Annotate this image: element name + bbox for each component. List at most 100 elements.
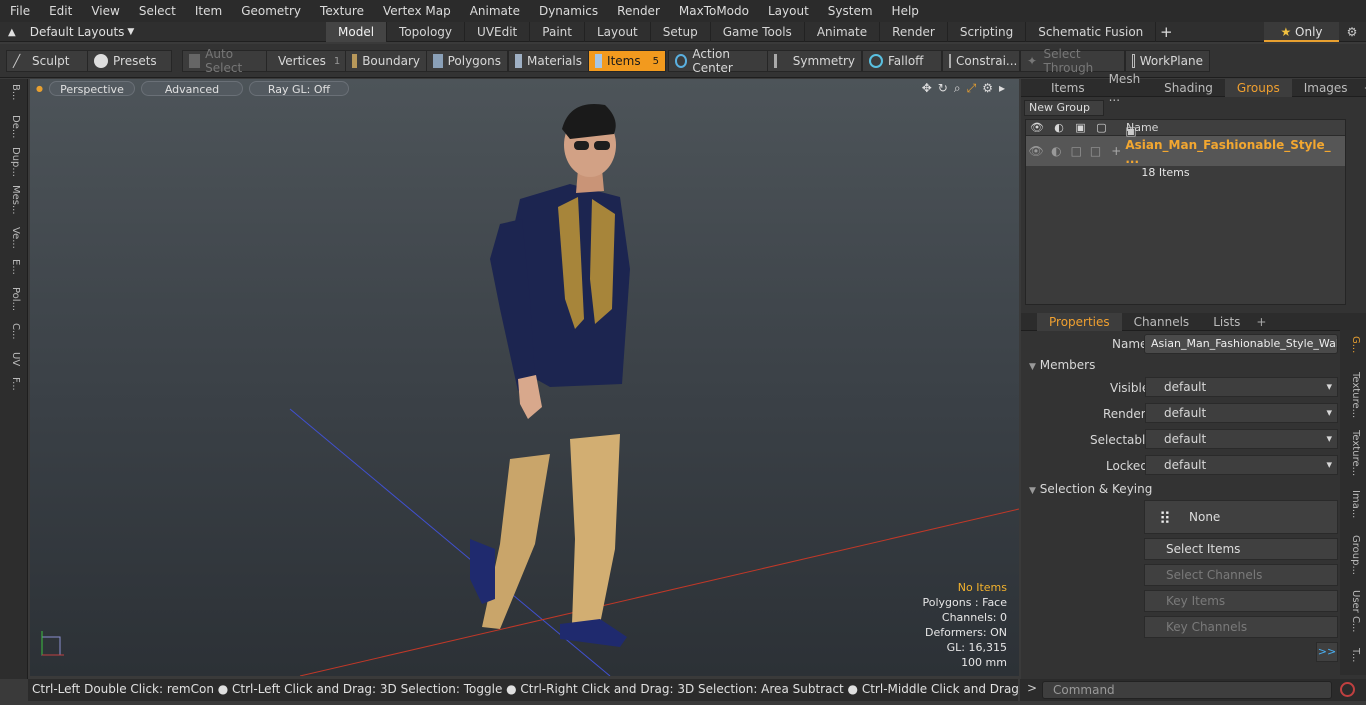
layout-selector[interactable]: ▲ Default Layouts ▼ xyxy=(8,22,134,42)
falloff-button[interactable]: Falloff xyxy=(862,50,942,72)
menu-texture[interactable]: Texture xyxy=(310,0,373,22)
constraints-button[interactable]: Constrai... xyxy=(942,50,1020,72)
tab-items[interactable]: Items xyxy=(1039,79,1097,97)
add-tab-icon[interactable]: + xyxy=(1156,22,1176,42)
key-items-button[interactable]: Key Items xyxy=(1144,590,1338,612)
left-tab-curve[interactable]: C... xyxy=(5,323,21,340)
menu-layout[interactable]: Layout xyxy=(758,0,818,22)
tab-layout[interactable]: Layout xyxy=(585,22,651,42)
materials-button[interactable]: Materials xyxy=(508,50,589,72)
tab-scripting[interactable]: Scripting xyxy=(948,22,1027,42)
move-view-icon[interactable]: ✥ xyxy=(922,81,932,96)
only-button[interactable]: ★ Only xyxy=(1264,22,1339,42)
tab-channels[interactable]: Channels xyxy=(1122,313,1202,331)
menu-file[interactable]: File xyxy=(0,0,39,22)
tab-mesh[interactable]: Mesh ... xyxy=(1097,70,1153,106)
character-model[interactable] xyxy=(470,104,630,647)
visible-dropdown[interactable]: default xyxy=(1145,377,1338,397)
none-button[interactable]: ⠿ None xyxy=(1144,500,1338,534)
right-tab-group[interactable]: G... xyxy=(1345,336,1361,353)
vertices-button[interactable]: Vertices 1 xyxy=(266,50,346,72)
rotate-view-icon[interactable]: ↻ xyxy=(938,81,948,96)
tab-game-tools[interactable]: Game Tools xyxy=(711,22,805,42)
menu-view[interactable]: View xyxy=(81,0,128,22)
left-tab-vertex[interactable]: Ve... xyxy=(5,227,21,249)
menu-geometry[interactable]: Geometry xyxy=(231,0,310,22)
tab-shading[interactable]: Shading xyxy=(1152,79,1225,97)
select-toggle[interactable]: □ xyxy=(1067,144,1086,158)
render-toggle-icon[interactable]: ◐ xyxy=(1046,144,1066,158)
menu-select[interactable]: Select xyxy=(129,0,185,22)
tab-lists[interactable]: Lists xyxy=(1201,313,1252,331)
key-channels-button[interactable]: Key Channels xyxy=(1144,616,1338,638)
record-icon[interactable] xyxy=(1340,682,1355,697)
tab-paint[interactable]: Paint xyxy=(530,22,585,42)
name-field[interactable]: Asian_Man_Fashionable_Style_Walkin xyxy=(1144,334,1338,354)
tab-model[interactable]: Model xyxy=(326,22,388,42)
render-dropdown[interactable]: default xyxy=(1145,403,1338,423)
tab-schematic-fusion[interactable]: Schematic Fusion xyxy=(1026,22,1157,42)
expand-icon[interactable]: + xyxy=(1111,144,1121,158)
tab-setup[interactable]: Setup xyxy=(651,22,711,42)
menu-help[interactable]: Help xyxy=(882,0,928,22)
zoom-view-icon[interactable]: ⌕ xyxy=(954,81,961,96)
menu-animate[interactable]: Animate xyxy=(460,0,529,22)
command-input[interactable]: Command xyxy=(1042,681,1332,699)
tab-groups[interactable]: Groups xyxy=(1224,78,1292,97)
visible-toggle-icon[interactable]: 👁 xyxy=(1026,144,1046,158)
advanced-button[interactable]: Advanced xyxy=(140,80,243,96)
right-tab-group-2[interactable]: Group... xyxy=(1345,535,1361,575)
auto-select-button[interactable]: Auto Select xyxy=(182,47,267,75)
select-items-button[interactable]: Select Items xyxy=(1144,538,1338,560)
raygl-button[interactable]: Ray GL: Off xyxy=(248,80,349,96)
tab-uvedit[interactable]: UVEdit xyxy=(465,22,531,42)
menu-system[interactable]: System xyxy=(818,0,882,22)
tab-render[interactable]: Render xyxy=(880,22,948,42)
right-tab-texture-2[interactable]: Texture... xyxy=(1345,430,1361,476)
maximize-view-icon[interactable]: ⤢ xyxy=(967,81,977,96)
menu-dynamics[interactable]: Dynamics xyxy=(529,0,607,22)
menu-edit[interactable]: Edit xyxy=(39,0,81,22)
right-tab-image[interactable]: Ima... xyxy=(1345,490,1361,518)
left-tab-mesh[interactable]: Mes... xyxy=(5,185,21,215)
locked-dropdown[interactable]: default xyxy=(1145,455,1338,475)
left-tab-b[interactable]: B... xyxy=(5,84,21,100)
right-tab-t[interactable]: T... xyxy=(1345,648,1361,662)
symmetry-button[interactable]: Symmetry xyxy=(767,50,862,72)
select-channels-button[interactable]: Select Channels xyxy=(1144,564,1338,586)
tab-properties[interactable]: Properties xyxy=(1037,312,1122,331)
polygons-button[interactable]: Polygons xyxy=(426,50,508,72)
lock-toggle[interactable]: □ xyxy=(1086,144,1105,158)
selection-keying-section[interactable]: ▼ Selection & Keying xyxy=(1029,482,1152,496)
left-tab-fusion[interactable]: F... xyxy=(5,377,21,391)
right-tab-texture-1[interactable]: Texture... xyxy=(1345,372,1361,418)
menu-maxtomodo[interactable]: MaxToModo xyxy=(669,0,758,22)
group-row[interactable]: 👁 ◐ □ □ + ▣ Asian_Man_Fashionable_Style_… xyxy=(1026,124,1345,179)
presets-button[interactable]: Presets xyxy=(87,50,172,72)
tab-animate[interactable]: Animate xyxy=(805,22,881,42)
tab-images[interactable]: Images xyxy=(1292,79,1360,97)
perspective-button[interactable]: Perspective xyxy=(48,80,135,96)
action-center-button[interactable]: Action Center xyxy=(668,47,768,75)
gear-icon[interactable]: ⚙ xyxy=(1340,22,1364,42)
new-group-button[interactable]: New Group xyxy=(1024,100,1104,116)
members-section[interactable]: ▼ Members xyxy=(1029,358,1095,372)
expand-more-button[interactable]: >> xyxy=(1316,642,1338,662)
viewport-gear-icon[interactable]: ⚙ xyxy=(982,81,993,96)
tab-topology[interactable]: Topology xyxy=(387,22,466,42)
boundary-button[interactable]: Boundary xyxy=(345,50,427,72)
left-tab-polygon[interactable]: Pol... xyxy=(5,287,21,311)
selectable-dropdown[interactable]: default xyxy=(1145,429,1338,449)
left-tab-uv[interactable]: UV xyxy=(5,352,21,366)
right-tab-user-channels[interactable]: User C... xyxy=(1345,590,1361,633)
menu-item[interactable]: Item xyxy=(185,0,231,22)
3d-viewport[interactable]: ● Perspective Advanced Ray GL: Off ✥ ↻ ⌕… xyxy=(30,79,1019,676)
add-tab-icon[interactable]: + xyxy=(1256,315,1266,329)
menu-vertex-map[interactable]: Vertex Map xyxy=(373,0,460,22)
items-button[interactable]: Items 5 xyxy=(588,50,666,72)
menu-render[interactable]: Render xyxy=(607,0,669,22)
viewport-menu-arrow-icon[interactable]: ▸ xyxy=(999,81,1005,96)
left-tab-edge[interactable]: E... xyxy=(5,259,21,275)
sculpt-button[interactable]: ╱ Sculpt xyxy=(6,50,88,72)
left-tab-duplicate[interactable]: Dup... xyxy=(5,147,21,177)
